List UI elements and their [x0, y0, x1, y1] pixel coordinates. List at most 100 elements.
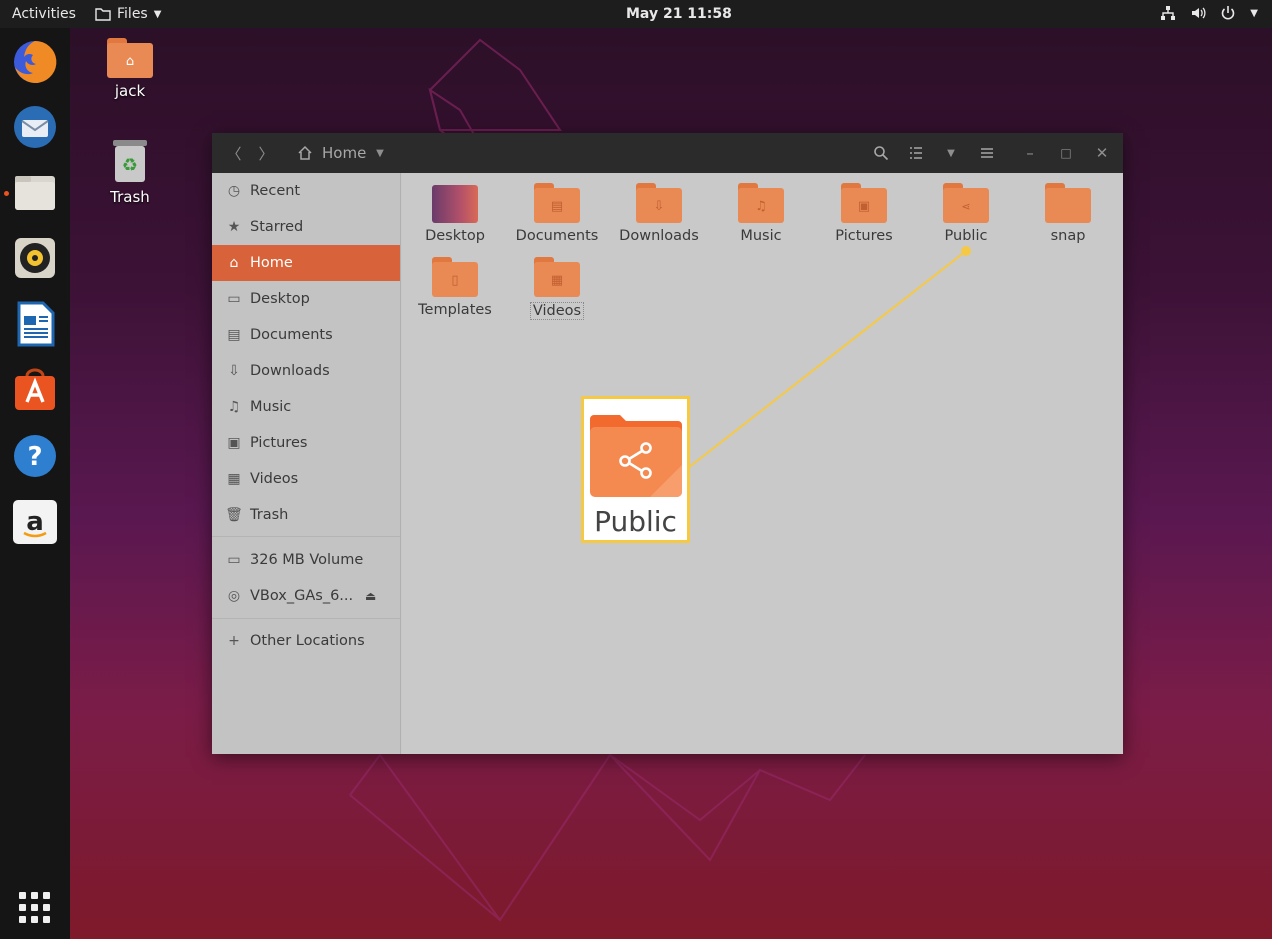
help-icon[interactable]: ? [11, 432, 59, 480]
dock: ? a [0, 28, 70, 939]
desktop-home-folder[interactable]: ⌂ jack [90, 38, 170, 100]
view-toggle-button[interactable] [905, 133, 927, 173]
sidebar-item-label: Downloads [250, 363, 330, 379]
search-button[interactable] [870, 133, 892, 173]
home-icon[interactable] [294, 133, 316, 173]
close-icon: ✕ [1095, 144, 1109, 162]
sidebar-item-pictures[interactable]: ▣ Pictures [212, 425, 400, 461]
network-icon [1161, 6, 1176, 20]
show-applications-icon[interactable] [11, 884, 59, 932]
file-templates[interactable]: ▯ Templates [409, 257, 501, 318]
header-bar: 〈 〉 Home ▼ ▼ – □ ✕ [212, 133, 1123, 173]
home-icon: ⌂ [229, 255, 239, 271]
videos-folder-icon: ▦ [534, 257, 580, 297]
eject-icon[interactable]: ⏏ [365, 589, 376, 603]
file-label: Music [740, 228, 782, 244]
file-documents[interactable]: ▤ Documents [511, 183, 603, 244]
list-view-icon [910, 147, 922, 159]
sidebar-item-volume[interactable]: ▭ 326 MB Volume [212, 542, 400, 578]
sidebar: ◷ Recent ★ Starred ⌂ Home ▭ Desktop ▤ Documen… [212, 173, 401, 754]
callout-zoom: Public [581, 396, 690, 543]
sidebar-item-videos[interactable]: ▦ Videos [212, 461, 400, 497]
sidebar-item-label: 326 MB Volume [250, 552, 364, 568]
music-folder-icon: ♫ [738, 183, 784, 223]
sidebar-item-starred[interactable]: ★ Starred [212, 209, 400, 245]
activities-button[interactable]: Activities [12, 6, 76, 22]
sidebar-item-desktop[interactable]: ▭ Desktop [212, 281, 400, 317]
desktop-icon-label: jack [114, 82, 146, 100]
desktop-trash[interactable]: ♻ Trash [90, 138, 170, 206]
star-icon: ★ [227, 219, 241, 235]
clock[interactable]: May 21 11:58 [626, 6, 732, 22]
downloads-folder-icon: ⇩ [636, 183, 682, 223]
back-button[interactable]: 〈 [222, 133, 246, 173]
trash-icon: 🗑 [225, 507, 243, 523]
thunderbird-icon[interactable] [11, 103, 59, 151]
file-snap[interactable]: snap [1022, 183, 1114, 244]
chevron-down-icon: ▼ [1250, 7, 1258, 19]
public-folder-icon [590, 415, 682, 497]
location-menu-button[interactable]: ▼ [370, 133, 390, 173]
volume-icon [1192, 7, 1206, 19]
file-desktop[interactable]: Desktop [409, 183, 501, 244]
sidebar-item-downloads[interactable]: ⇩ Downloads [212, 353, 400, 389]
firefox-icon[interactable] [11, 38, 59, 86]
main-menu-button[interactable] [976, 133, 998, 173]
documents-folder-icon: ▤ [534, 183, 580, 223]
sidebar-item-vbox-disc[interactable]: ◎ VBox_GAs_6... ⏏ [212, 578, 400, 614]
sidebar-item-home[interactable]: ⌂ Home [212, 245, 400, 281]
sidebar-item-other-locations[interactable]: + Other Locations [212, 623, 400, 659]
templates-folder-icon: ▯ [432, 257, 478, 297]
chevron-down-icon: ▼ [947, 147, 955, 159]
file-public[interactable]: ⋖ Public [920, 183, 1012, 244]
disc-icon: ◎ [227, 588, 241, 604]
sidebar-item-label: Trash [250, 507, 289, 523]
sidebar-item-documents[interactable]: ▤ Documents [212, 317, 400, 353]
sidebar-item-recent[interactable]: ◷ Recent [212, 173, 400, 209]
desktop-folder-icon [432, 183, 478, 223]
chevron-right-icon: 〉 [258, 144, 274, 163]
sidebar-item-label: Documents [250, 327, 333, 343]
svg-text:a: a [26, 507, 44, 537]
file-label: Templates [418, 302, 492, 318]
sidebar-item-trash[interactable]: 🗑 Trash [212, 497, 400, 533]
file-view: Desktop ▤ Documents ⇩ Downloads ♫ Music … [402, 173, 1123, 754]
sidebar-item-label: Music [250, 399, 292, 415]
libreoffice-writer-icon[interactable] [11, 300, 59, 348]
maximize-button[interactable]: □ [1055, 133, 1077, 173]
file-pictures[interactable]: ▣ Pictures [818, 183, 910, 244]
sidebar-item-label: Videos [250, 471, 299, 487]
download-icon: ⇩ [228, 363, 240, 379]
top-bar: Activities Files ▼ May 21 11:58 ▼ [0, 0, 1272, 28]
sidebar-divider [212, 618, 400, 619]
amazon-icon[interactable]: a [11, 498, 59, 546]
app-menu[interactable]: Files ▼ [95, 6, 161, 22]
minimize-icon: – [1026, 144, 1034, 162]
music-icon: ♫ [227, 399, 241, 415]
sidebar-item-music[interactable]: ♫ Music [212, 389, 400, 425]
forward-button[interactable]: 〉 [254, 133, 278, 173]
file-music[interactable]: ♫ Music [715, 183, 807, 244]
sidebar-item-label: VBox_GAs_6... [250, 588, 354, 604]
clock-icon: ◷ [227, 183, 241, 199]
location-label[interactable]: Home [322, 144, 366, 162]
minimize-button[interactable]: – [1019, 133, 1041, 173]
view-options-button[interactable]: ▼ [941, 133, 961, 173]
system-tray[interactable]: ▼ [1160, 5, 1258, 21]
rhythmbox-icon[interactable] [11, 234, 59, 282]
close-button[interactable]: ✕ [1091, 133, 1113, 173]
sidebar-item-label: Starred [250, 219, 304, 235]
files-icon[interactable] [11, 168, 59, 216]
file-downloads[interactable]: ⇩ Downloads [613, 183, 705, 244]
public-folder-icon: ⋖ [943, 183, 989, 223]
chevron-left-icon: 〈 [226, 144, 242, 163]
folder-icon [1045, 183, 1091, 223]
file-label: Desktop [425, 228, 485, 244]
file-label: Videos [529, 302, 585, 320]
file-label: Public [944, 228, 988, 244]
picture-icon: ▣ [227, 435, 241, 451]
file-videos[interactable]: ▦ Videos [511, 257, 603, 320]
trash-icon: ♻ [113, 140, 147, 182]
software-center-icon[interactable] [11, 366, 59, 414]
app-menu-label: Files [117, 6, 148, 22]
